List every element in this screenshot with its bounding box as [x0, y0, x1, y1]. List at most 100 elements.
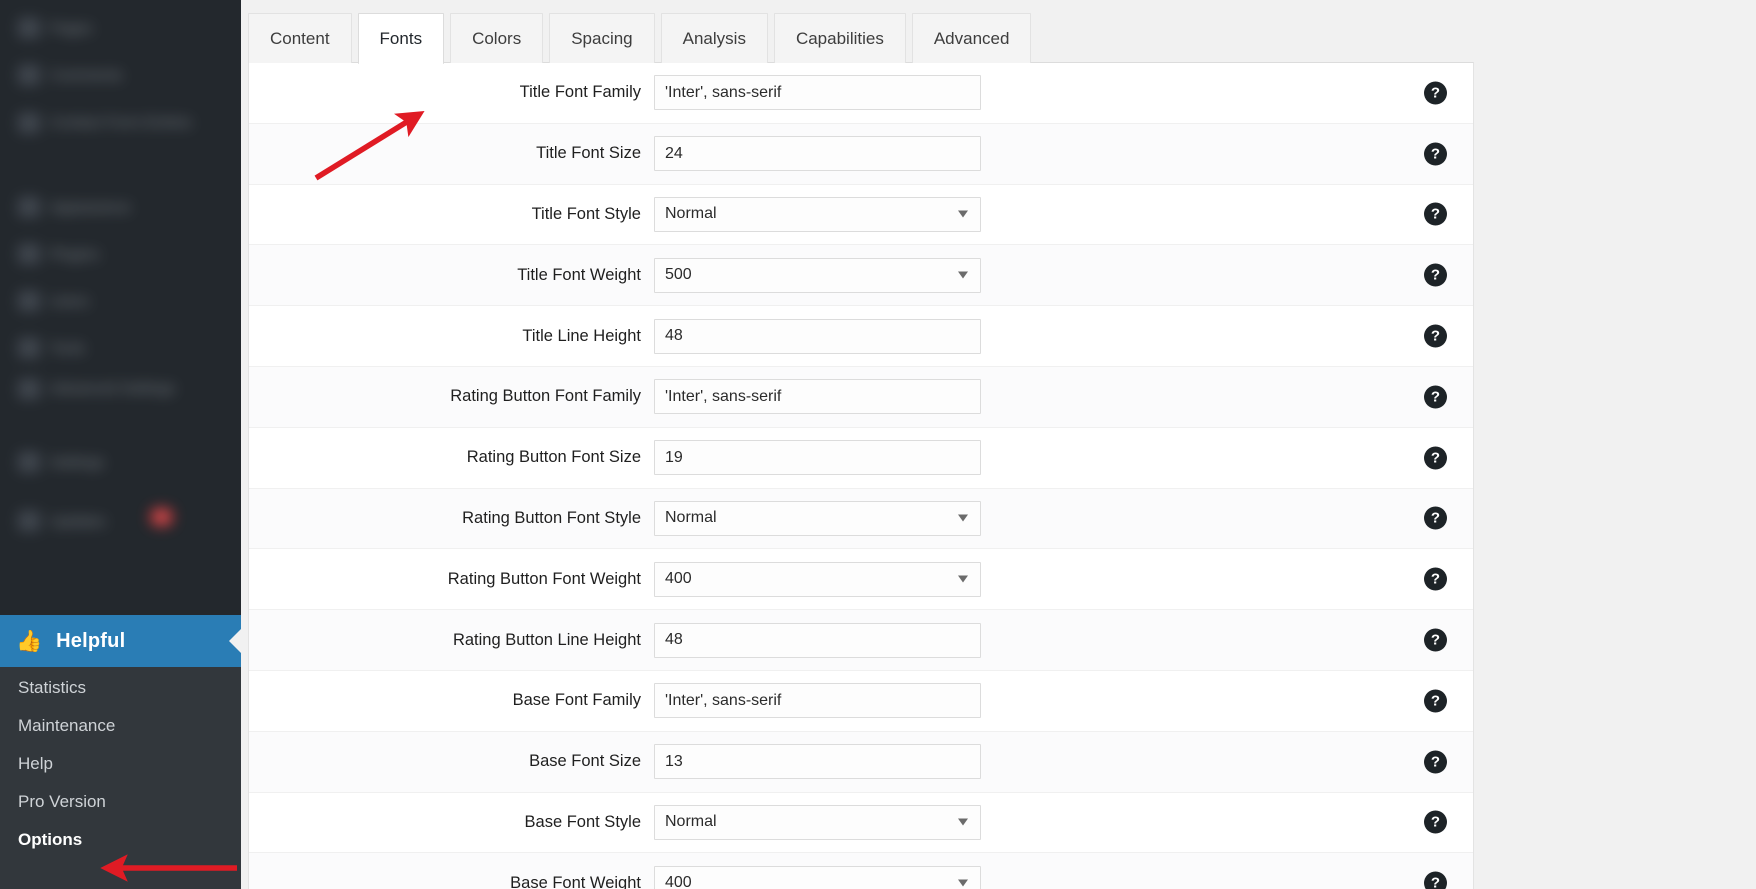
- sidebar-item-label: Users: [50, 292, 90, 310]
- title-font-family-input[interactable]: [654, 75, 981, 111]
- tab-analysis[interactable]: Analysis: [660, 13, 768, 63]
- tab-content[interactable]: Content: [248, 13, 352, 63]
- tab-label: Advanced: [933, 28, 1010, 48]
- menu-icon: [18, 65, 40, 85]
- sidebar-item-label: Contact Form Entries: [50, 114, 192, 131]
- table-row: Base Font Size ?: [249, 731, 1473, 793]
- select-value: Normal: [665, 509, 717, 527]
- help-icon[interactable]: ?: [1424, 750, 1447, 774]
- select-value: 400: [665, 570, 692, 588]
- help-icon[interactable]: ?: [1424, 263, 1447, 287]
- sidebar-item-blurred-5[interactable]: Users: [18, 291, 89, 311]
- table-row: Title Font Size ?: [249, 123, 1473, 185]
- help-icon[interactable]: ?: [1424, 142, 1447, 166]
- field-control: [654, 744, 981, 780]
- base-font-family-input[interactable]: [654, 683, 981, 719]
- sidebar-submenu: Statistics Maintenance Help Pro Version …: [0, 667, 241, 889]
- tab-capabilities[interactable]: Capabilities: [773, 13, 906, 63]
- help-icon[interactable]: ?: [1424, 810, 1447, 834]
- table-row: Title Line Height ?: [249, 306, 1473, 367]
- sidebar-item-blurred-4[interactable]: Plugins: [18, 244, 99, 264]
- menu-icon: [18, 18, 40, 38]
- field-control: 400: [654, 865, 981, 889]
- thumbs-up-icon: 👍: [16, 629, 43, 653]
- admin-screen: Pages Comments Contact Form Entries Appe…: [0, 0, 1756, 889]
- base-font-weight-select[interactable]: 400: [654, 865, 981, 889]
- tab-label: Capabilities: [795, 28, 884, 48]
- help-icon[interactable]: ?: [1424, 689, 1447, 713]
- field-control: [654, 75, 981, 111]
- help-icon[interactable]: ?: [1424, 567, 1447, 591]
- help-icon[interactable]: ?: [1424, 628, 1447, 652]
- help-icon[interactable]: ?: [1424, 446, 1447, 470]
- rating-button-font-size-input[interactable]: [654, 440, 981, 476]
- sidebar-item-blurred-9[interactable]: Updates: [18, 511, 106, 531]
- table-row: Title Font Style Normal ?: [249, 184, 1473, 246]
- title-line-height-input[interactable]: [654, 318, 981, 354]
- sidebar-subitem-label: Statistics: [18, 678, 87, 697]
- field-control: 500: [654, 257, 981, 293]
- help-icon[interactable]: ?: [1424, 871, 1447, 889]
- menu-icon: [18, 379, 40, 400]
- sidebar-item-label: Pages: [50, 19, 93, 37]
- tab-advanced[interactable]: Advanced: [911, 13, 1032, 63]
- table-row: Title Font Weight 500 ?: [249, 245, 1473, 307]
- field-label: Base Font Style: [524, 812, 641, 831]
- sidebar-subitem-label: Help: [18, 754, 53, 773]
- title-font-size-input[interactable]: [654, 136, 981, 172]
- field-label: Rating Button Font Family: [450, 387, 641, 406]
- field-control: [654, 622, 981, 658]
- sidebar-item-help[interactable]: Help: [0, 743, 241, 785]
- help-icon[interactable]: ?: [1424, 385, 1447, 409]
- menu-icon: [18, 338, 40, 358]
- rating-button-font-style-select[interactable]: Normal: [654, 500, 981, 536]
- chevron-down-icon: [958, 575, 968, 583]
- chevron-down-icon: [958, 514, 968, 522]
- menu-icon: [18, 113, 40, 134]
- sidebar-item-blurred-6[interactable]: Tools: [18, 338, 85, 358]
- tab-label: Spacing: [571, 28, 633, 48]
- menu-icon: [18, 197, 40, 217]
- table-row: Rating Button Font Size ?: [249, 427, 1473, 489]
- tab-colors[interactable]: Colors: [450, 13, 544, 63]
- help-icon[interactable]: ?: [1424, 324, 1447, 348]
- sidebar-item-label: Tools: [50, 339, 86, 357]
- title-font-style-select[interactable]: Normal: [654, 196, 981, 232]
- sidebar-item-options[interactable]: Options: [0, 819, 241, 861]
- field-control: [654, 318, 981, 354]
- sidebar-item-blurred-3[interactable]: Appearance: [18, 197, 131, 217]
- sidebar-item-helpful[interactable]: 👍 Helpful: [0, 615, 241, 667]
- base-font-style-select[interactable]: Normal: [654, 804, 981, 840]
- help-icon[interactable]: ?: [1424, 202, 1447, 226]
- main-content: Content Fonts Colors Spacing Analysis Ca…: [241, 0, 1756, 889]
- sidebar-item-statistics[interactable]: Statistics: [0, 667, 241, 709]
- sidebar-subitem-label: Pro Version: [18, 792, 106, 811]
- rating-button-font-weight-select[interactable]: 400: [654, 561, 981, 597]
- menu-icon: [18, 244, 40, 264]
- field-control: [654, 136, 981, 172]
- help-icon[interactable]: ?: [1424, 81, 1447, 105]
- tab-fonts[interactable]: Fonts: [357, 13, 445, 65]
- field-label: Title Font Family: [519, 83, 641, 102]
- sidebar-item-blurred-1[interactable]: Comments: [18, 65, 123, 85]
- sidebar-item-blurred-8[interactable]: Settings: [18, 452, 104, 472]
- sidebar-item-blurred-0[interactable]: Pages: [18, 18, 93, 38]
- tab-spacing[interactable]: Spacing: [549, 13, 655, 63]
- title-font-weight-select[interactable]: 500: [654, 257, 981, 293]
- field-label: Title Font Weight: [517, 265, 641, 284]
- field-control: 400: [654, 561, 981, 597]
- base-font-size-input[interactable]: [654, 744, 981, 780]
- select-value: 500: [665, 266, 692, 284]
- sidebar-item-label: Comments: [50, 66, 123, 84]
- chevron-down-icon: [958, 210, 968, 218]
- sidebar-item-pro-version[interactable]: Pro Version: [0, 781, 241, 823]
- field-label: Rating Button Font Size: [466, 448, 641, 467]
- sidebar-item-blurred-2[interactable]: Contact Form Entries: [18, 112, 192, 135]
- sidebar-item-label: Plugins: [50, 245, 100, 263]
- sidebar-item-maintenance[interactable]: Maintenance: [0, 705, 241, 747]
- rating-button-font-family-input[interactable]: [654, 379, 981, 415]
- sidebar-item-blurred-7[interactable]: Advanced Settings: [18, 378, 183, 401]
- rating-button-line-height-input[interactable]: [654, 622, 981, 658]
- help-icon[interactable]: ?: [1424, 506, 1447, 530]
- tab-label: Fonts: [379, 29, 423, 48]
